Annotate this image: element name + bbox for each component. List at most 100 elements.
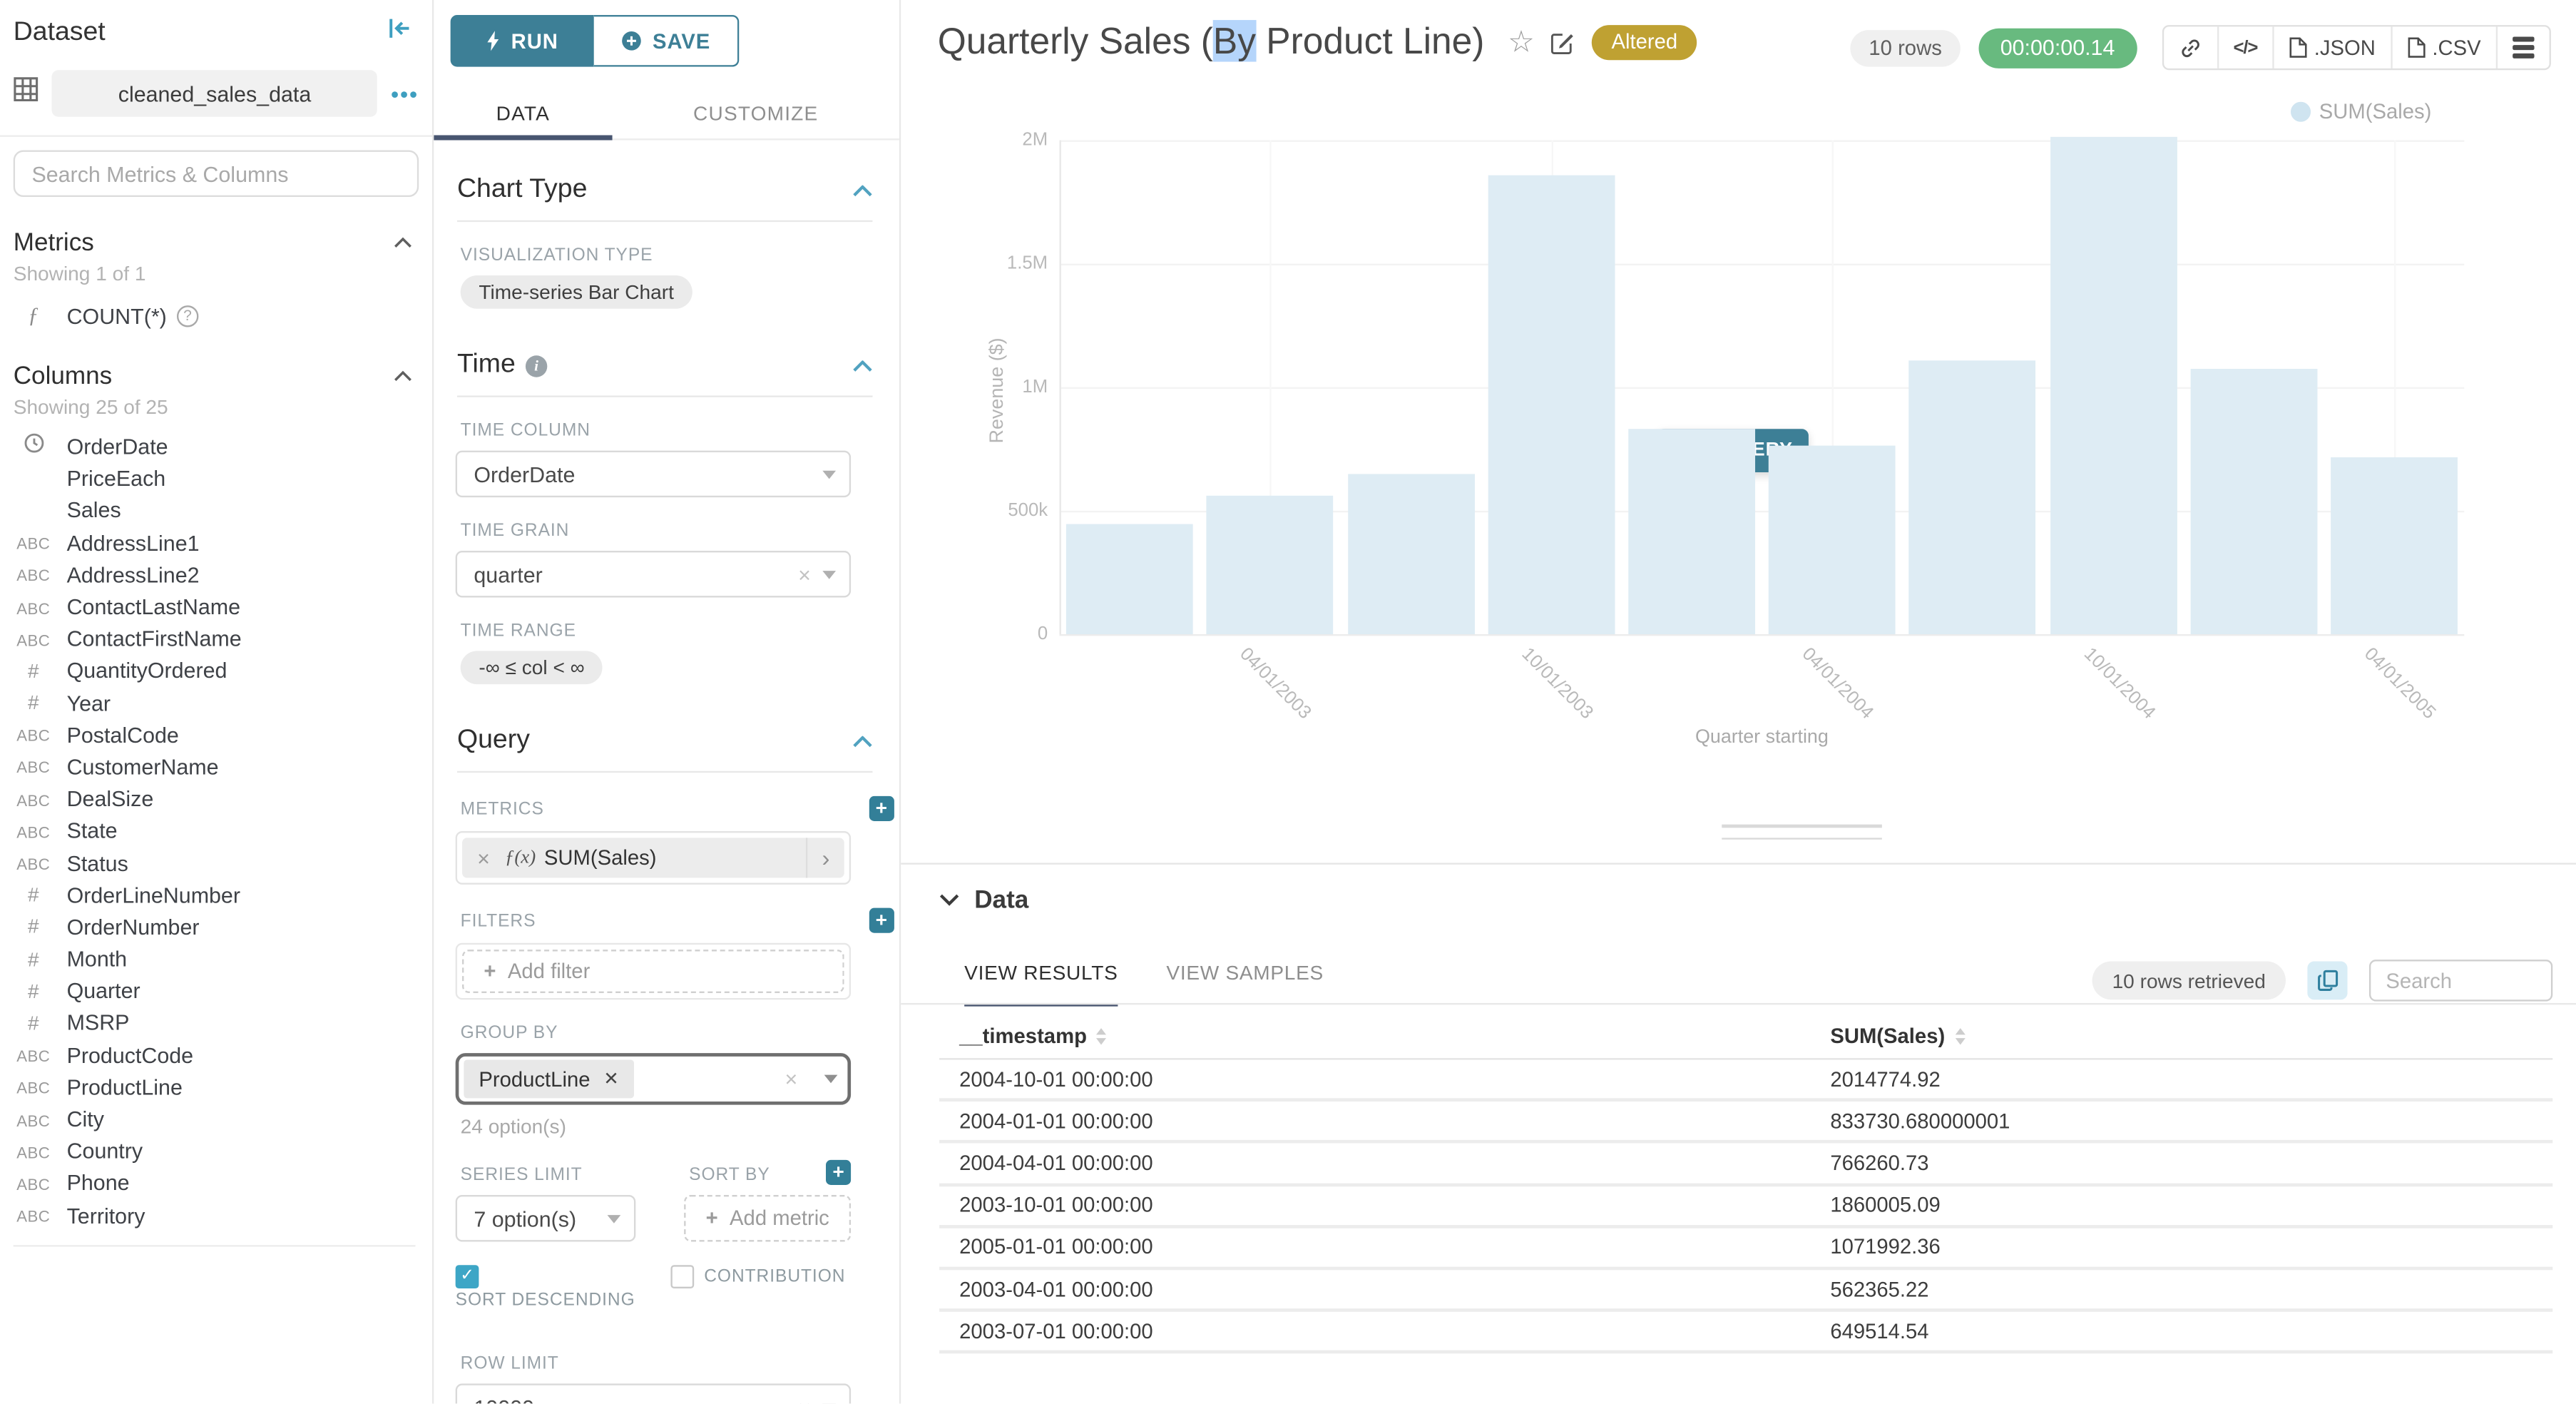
dataset-more-icon[interactable]: ••• <box>391 81 419 106</box>
bar-2005-04-01[interactable] <box>2331 457 2458 634</box>
add-metric-button[interactable]: + <box>869 796 894 821</box>
column-item-Territory[interactable]: ABCTerritory <box>0 1199 432 1231</box>
column-item-Quarter[interactable]: #Quarter <box>0 975 432 1007</box>
sort-descending-control[interactable]: ✓ SORT DESCENDING <box>456 1265 653 1313</box>
tab-customize[interactable]: CUSTOMIZE <box>613 87 899 139</box>
column-item-ContactLastName[interactable]: ABCContactLastName <box>0 591 432 623</box>
bar-2004-07-01[interactable] <box>1909 360 2036 634</box>
function-icon: ƒ <box>14 302 53 328</box>
bar-2003-10-01[interactable] <box>1488 175 1615 634</box>
copy-button[interactable] <box>2307 961 2347 999</box>
column-item-City[interactable]: ABCCity <box>0 1103 432 1135</box>
sort-by-dropzone[interactable]: +Add metric <box>684 1195 851 1242</box>
row-limit-select[interactable]: 10000 × <box>456 1383 851 1404</box>
column-item-Status[interactable]: ABCStatus <box>0 847 432 879</box>
menu-button[interactable] <box>2498 26 2550 68</box>
search-metrics-columns-input[interactable] <box>14 151 419 198</box>
export-csv-button[interactable]: .CSV <box>2392 26 2498 68</box>
clear-icon[interactable]: × <box>784 1067 797 1092</box>
column-item-CustomerName[interactable]: ABCCustomerName <box>0 751 432 783</box>
tab-data[interactable]: DATA <box>434 87 612 139</box>
chevron-up-icon[interactable] <box>852 176 872 205</box>
favorite-star-icon[interactable]: ☆ <box>1508 24 1535 59</box>
clear-icon[interactable]: × <box>798 561 811 586</box>
column-item-State[interactable]: ABCState <box>0 815 432 847</box>
column-item-PostalCode[interactable]: ABCPostalCode <box>0 719 432 751</box>
run-button[interactable]: RUN <box>451 15 594 67</box>
clear-icon[interactable]: × <box>798 1395 811 1404</box>
add-sort-metric-button[interactable]: + <box>826 1160 851 1185</box>
page-title[interactable]: Quarterly Sales (By Product Line) <box>938 20 1485 63</box>
column-item-label: ContactFirstName <box>67 626 242 651</box>
column-item-QuantityOrdered[interactable]: #QuantityOrdered <box>0 655 432 687</box>
x-axis-tick-label: 04/01/2003 <box>1236 644 1315 723</box>
column-item-ProductCode[interactable]: ABCProductCode <box>0 1039 432 1071</box>
bar-2005-01-01[interactable] <box>2190 370 2317 634</box>
add-filter-button[interactable]: + <box>869 908 894 933</box>
time-grain-select[interactable]: quarter × <box>456 551 851 598</box>
legend[interactable]: SUM(Sales) <box>2291 100 2431 123</box>
bar-2003-01-01[interactable] <box>1066 524 1193 634</box>
abc-type-icon: ABC <box>16 760 50 779</box>
bar-2004-10-01[interactable] <box>2050 136 2177 634</box>
column-item-AddressLine2[interactable]: ABCAddressLine2 <box>0 559 432 591</box>
chevron-up-icon[interactable] <box>394 227 412 257</box>
column-item-PriceEach[interactable]: PriceEach <box>0 462 432 494</box>
column-item-DealSize[interactable]: ABCDealSize <box>0 783 432 815</box>
table-search-input[interactable] <box>2369 960 2552 1001</box>
dataset-name[interactable]: cleaned_sales_data <box>52 70 378 117</box>
column-item-Sales[interactable]: Sales <box>0 494 432 526</box>
column-item-OrderLineNumber[interactable]: #OrderLineNumber <box>0 879 432 911</box>
bar-2003-04-01[interactable] <box>1207 495 1334 634</box>
metric-chip[interactable]: × ƒ(x) SUM(Sales) › <box>462 838 844 878</box>
column-item-Phone[interactable]: ABCPhone <box>0 1167 432 1199</box>
export-json-button[interactable]: .JSON <box>2274 26 2393 68</box>
column-item-MSRP[interactable]: #MSRP <box>0 1007 432 1039</box>
abc-type-icon: ABC <box>16 1209 50 1227</box>
contribution-control[interactable]: CONTRIBUTION <box>670 1265 851 1313</box>
edit-icon[interactable] <box>1550 29 1575 54</box>
checkbox-checked-icon[interactable]: ✓ <box>456 1265 479 1288</box>
column-item-ProductLine[interactable]: ABCProductLine <box>0 1071 432 1103</box>
metric-item[interactable]: ƒ COUNT(*) ? <box>14 300 432 330</box>
viz-type-pill[interactable]: Time-series Bar Chart <box>461 275 692 309</box>
column-item-Month[interactable]: #Month <box>0 943 432 975</box>
chevron-up-icon[interactable] <box>394 360 412 390</box>
column-header-sum-sales[interactable]: SUM(Sales) <box>1810 1024 2552 1048</box>
column-item-AddressLine1[interactable]: ABCAddressLine1 <box>0 526 432 559</box>
chevron-up-icon[interactable] <box>852 350 872 380</box>
series-limit-select[interactable]: 7 option(s) <box>456 1195 636 1242</box>
checkbox-unchecked-icon[interactable] <box>670 1265 694 1288</box>
bar-2003-07-01[interactable] <box>1347 474 1474 634</box>
table-row: 2003-10-01 00:00:001860005.09 <box>939 1186 2552 1228</box>
group-by-select[interactable]: ProductLine✕ × <box>456 1053 851 1105</box>
column-header-timestamp[interactable]: __timestamp <box>939 1024 1810 1048</box>
remove-icon[interactable]: ✕ <box>603 1068 619 1089</box>
chevron-right-icon[interactable]: › <box>807 845 844 871</box>
column-item-OrderNumber[interactable]: #OrderNumber <box>0 911 432 943</box>
chevron-down-icon[interactable] <box>939 885 959 915</box>
save-button[interactable]: SAVE <box>594 15 740 67</box>
embed-code-button[interactable]: </> <box>2218 26 2274 68</box>
time-column-select[interactable]: OrderDate <box>456 451 851 498</box>
copy-link-button[interactable] <box>2163 26 2218 68</box>
add-filter-dropzone[interactable]: +Add filter <box>462 950 844 993</box>
chevron-up-icon[interactable] <box>852 726 872 756</box>
tab-view-results[interactable]: VIEW RESULTS <box>964 961 1118 1006</box>
time-grain-label: TIME GRAIN <box>461 521 899 541</box>
column-item-Year[interactable]: #Year <box>0 687 432 719</box>
group-by-chip[interactable]: ProductLine✕ <box>464 1060 633 1099</box>
panel-resize-handle[interactable] <box>1722 825 1882 840</box>
bar-2004-04-01[interactable] <box>1769 445 1896 634</box>
column-item-ContactFirstName[interactable]: ABCContactFirstName <box>0 623 432 655</box>
remove-icon[interactable]: × <box>477 845 490 870</box>
tab-view-samples[interactable]: VIEW SAMPLES <box>1166 961 1324 1006</box>
collapse-panel-icon[interactable] <box>387 16 412 48</box>
column-item-Country[interactable]: ABCCountry <box>0 1135 432 1167</box>
number-type-icon: # <box>28 691 39 715</box>
main-area: Quarterly Sales (By Product Line) ☆ Alte… <box>901 0 2576 1404</box>
time-range-pill[interactable]: -∞ ≤ col < ∞ <box>461 651 603 684</box>
bar-2004-01-01[interactable] <box>1628 428 1755 634</box>
chart-canvas[interactable]: SUM(Sales) Revenue ($) Quarter starting … <box>901 80 2576 829</box>
column-item-OrderDate[interactable]: OrderDate <box>0 431 432 463</box>
